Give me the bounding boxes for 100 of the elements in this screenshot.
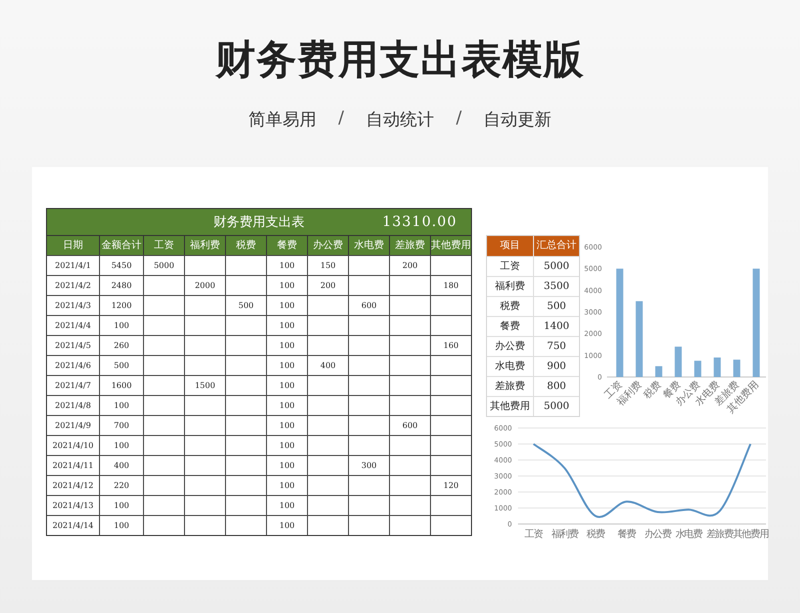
empty-cell [225, 355, 266, 375]
column-header: 其他费用 [430, 235, 471, 255]
table-cell: 200 [307, 275, 348, 295]
separator: / [456, 108, 462, 130]
empty-cell [307, 455, 348, 475]
bar [674, 346, 682, 377]
empty-cell [143, 475, 184, 495]
table-cell: 180 [430, 275, 471, 295]
table-cell: 2480 [99, 275, 143, 295]
empty-cell [430, 315, 471, 335]
empty-cell [307, 495, 348, 515]
table-cell: 120 [430, 475, 471, 495]
empty-cell [143, 515, 184, 535]
table-cell: 100 [266, 415, 307, 435]
axis-category-label: 其他费用 [732, 529, 768, 540]
table-cell: 100 [266, 395, 307, 415]
axis-category-label: 税费 [586, 529, 604, 540]
bar [714, 358, 721, 377]
feature-label: 自动更新 [484, 109, 552, 131]
empty-cell [225, 515, 266, 535]
table-cell: 2021/4/3 [47, 295, 99, 315]
table-cell: 5000 [143, 255, 184, 275]
table-cell: 100 [266, 495, 307, 515]
empty-cell [430, 295, 471, 315]
column-header: 工资 [143, 235, 184, 255]
empty-cell [389, 375, 430, 395]
table-cell: 100 [266, 475, 307, 495]
table-cell: 2000 [184, 275, 225, 295]
empty-cell [307, 315, 348, 335]
empty-cell [389, 455, 430, 475]
empty-cell [184, 515, 225, 535]
empty-cell [307, 375, 348, 395]
column-header: 办公费 [307, 235, 348, 255]
empty-cell [430, 355, 471, 375]
empty-cell [430, 455, 471, 475]
axis-category-label: 餐费 [618, 529, 636, 540]
empty-cell [389, 355, 430, 375]
bar [733, 360, 740, 377]
empty-cell [430, 395, 471, 415]
table-cell: 100 [266, 255, 307, 275]
table-cell: 2021/4/1 [47, 255, 99, 275]
column-header: 汇总合计 [533, 236, 579, 256]
empty-cell [225, 475, 266, 495]
column-header: 项目 [487, 236, 533, 256]
separator: / [338, 108, 344, 130]
table-cell: 100 [99, 315, 143, 335]
empty-cell [184, 295, 225, 315]
page-title: 财务费用支出表模版 [216, 36, 584, 85]
table-cell: 500 [225, 295, 266, 315]
empty-cell [225, 455, 266, 475]
table-cell: 900 [533, 356, 579, 376]
table-cell: 160 [430, 335, 471, 355]
table-cell: 100 [266, 315, 307, 335]
table-cell: 2021/4/11 [47, 455, 99, 475]
empty-cell [307, 335, 348, 355]
table-cell: 1200 [99, 295, 143, 315]
empty-cell [143, 355, 184, 375]
table-cell: 差旅费 [487, 376, 533, 396]
empty-cell [348, 375, 389, 395]
table-cell: 5000 [533, 396, 579, 416]
table-cell: 300 [348, 455, 389, 475]
empty-cell [225, 335, 266, 355]
empty-cell [307, 395, 348, 415]
axis-category-label: 福利费 [551, 529, 578, 540]
empty-cell [430, 495, 471, 515]
empty-cell [225, 255, 266, 275]
feature-label: 自动统计 [366, 109, 434, 131]
empty-cell [348, 255, 389, 275]
empty-cell [389, 335, 430, 355]
empty-cell [348, 335, 389, 355]
empty-cell [143, 415, 184, 435]
axis-category-label: 水电费 [675, 529, 702, 540]
table-cell: 600 [389, 415, 430, 435]
column-header: 金额合计 [99, 235, 143, 255]
empty-cell [348, 395, 389, 415]
table-cell: 2021/4/5 [47, 335, 99, 355]
empty-cell [225, 315, 266, 335]
empty-cell [143, 275, 184, 295]
table-cell: 200 [389, 255, 430, 275]
table-cell: 100 [99, 435, 143, 455]
empty-cell [143, 455, 184, 475]
empty-cell [307, 475, 348, 495]
empty-cell [389, 515, 430, 535]
empty-cell [348, 475, 389, 495]
axis-category-label: 差旅费 [706, 529, 733, 540]
table-cell: 1400 [533, 316, 579, 336]
table-cell: 100 [266, 335, 307, 355]
table-cell: 500 [99, 355, 143, 375]
empty-cell [348, 495, 389, 515]
empty-cell [184, 475, 225, 495]
grand-total: 13310.00 [382, 214, 457, 230]
feature-label: 简单易用 [248, 109, 316, 131]
table-cell: 260 [99, 335, 143, 355]
empty-cell [184, 255, 225, 275]
table-cell: 2021/4/8 [47, 395, 99, 415]
empty-cell [430, 515, 471, 535]
table-cell: 750 [533, 336, 579, 356]
table-cell: 100 [266, 295, 307, 315]
table-cell: 100 [266, 355, 307, 375]
column-header: 水电费 [348, 235, 389, 255]
